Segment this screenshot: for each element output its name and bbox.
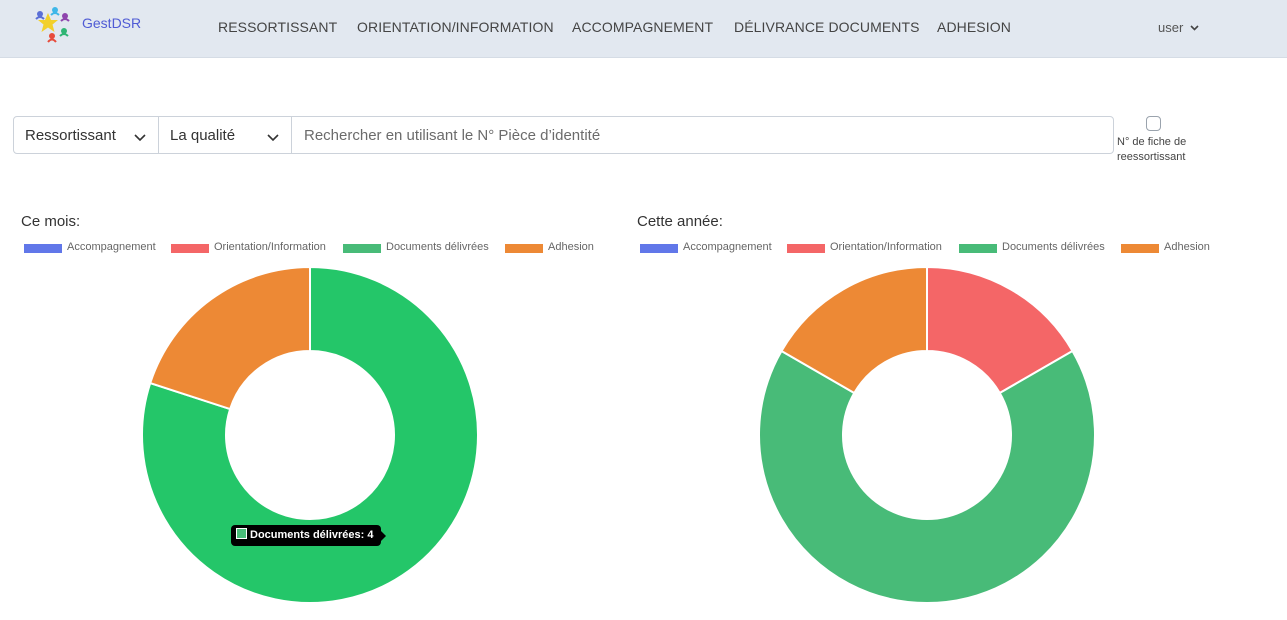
nav-item-adhesion[interactable]: ADHESION: [937, 19, 1011, 35]
legend-label: Accompagnement: [683, 241, 772, 253]
legend-swatch: [505, 244, 543, 253]
nav-item-delivrance-documents[interactable]: DÉLIVRANCE DOCUMENTS: [734, 19, 920, 35]
people-star-logo-icon[interactable]: [34, 5, 74, 43]
search-input[interactable]: [291, 116, 1114, 154]
legend-label: Documents délivrées: [1002, 241, 1105, 253]
fiche-number-checkbox[interactable]: [1146, 116, 1161, 131]
legend-label: Accompagnement: [67, 241, 156, 253]
donut-chart-month[interactable]: [135, 260, 485, 610]
legend-swatch: [1121, 244, 1159, 253]
legend-label: Adhesion: [548, 241, 594, 253]
legend-label: Orientation/Information: [214, 241, 326, 253]
ressortissant-select-value: Ressortissant: [25, 127, 116, 144]
legend-swatch: [787, 244, 825, 253]
chevron-down-icon: [1187, 23, 1199, 33]
user-name: user: [1158, 20, 1184, 35]
legend-label: Adhesion: [1164, 241, 1210, 253]
tooltip-swatch: [236, 528, 247, 539]
navbar: GestDSR RESSORTISSANT ORIENTATION/INFORM…: [0, 0, 1287, 58]
chart-tooltip: Documents délivrées: 4: [231, 525, 386, 546]
legend-swatch: [171, 244, 209, 253]
nav-item-orientation-information[interactable]: ORIENTATION/INFORMATION: [357, 19, 554, 35]
legend-label: Documents délivrées: [386, 241, 489, 253]
search-bar: Ressortissant La qualité: [13, 116, 1114, 156]
slice-documents-delivrees[interactable]: [758, 349, 1096, 604]
chart-year-title: Cette année:: [637, 213, 723, 230]
chart-month-title: Ce mois:: [21, 213, 81, 230]
chevron-down-icon: [134, 129, 146, 146]
slice-adhesion[interactable]: [148, 265, 311, 411]
nav-item-ressortissant[interactable]: RESSORTISSANT: [218, 19, 337, 35]
nav-item-accompagnement[interactable]: ACCOMPAGNEMENT: [572, 19, 713, 35]
legend-swatch: [343, 244, 381, 253]
quality-select[interactable]: La qualité: [158, 116, 292, 154]
legend-label: Orientation/Information: [830, 241, 942, 253]
quality-select-value: La qualité: [170, 127, 236, 144]
legend-swatch: [24, 244, 62, 253]
ressortissant-select[interactable]: Ressortissant: [13, 116, 159, 154]
brand-name[interactable]: GestDSR: [82, 15, 141, 31]
fiche-number-checkbox-label: N° de fiche de reessortissant: [1117, 136, 1187, 163]
chevron-down-icon: [267, 129, 279, 146]
tooltip-label: Documents délivrées: [250, 529, 361, 541]
donut-chart-year[interactable]: [752, 260, 1102, 610]
tooltip-value: 4: [367, 529, 374, 541]
user-menu[interactable]: user: [1158, 20, 1199, 35]
legend-swatch: [959, 244, 997, 253]
legend-swatch: [640, 244, 678, 253]
